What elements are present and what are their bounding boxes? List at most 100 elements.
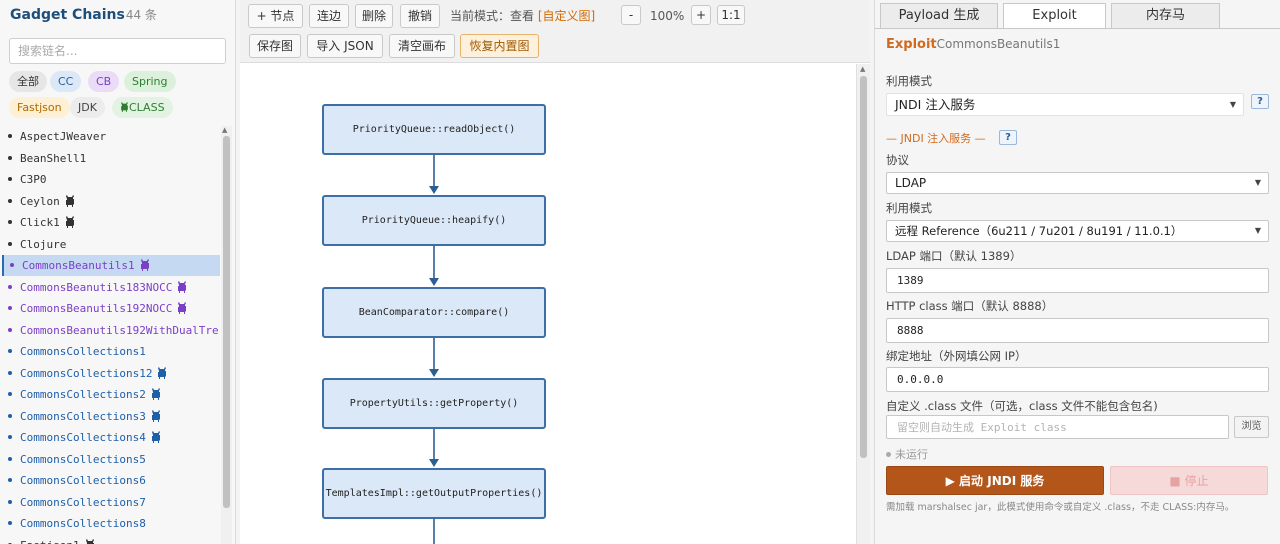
graph-node[interactable]: PriorityQueue::heapify() <box>322 195 546 246</box>
chain-item[interactable]: Click1 <box>2 212 220 233</box>
clear-canvas-button[interactable]: 清空画布 <box>389 34 455 58</box>
sidebar-scroll-thumb[interactable] <box>223 136 230 508</box>
filter-chip-spring[interactable]: Spring <box>124 71 176 92</box>
chain-name: Clojure <box>20 237 67 251</box>
bullet-icon <box>8 284 12 289</box>
filter-chip-class[interactable]: CLASS <box>112 97 173 118</box>
import-json-button[interactable]: 导入 JSON <box>307 34 383 58</box>
edge-arrowhead <box>429 369 439 377</box>
tab-memshell[interactable]: 内存马 <box>1111 3 1220 28</box>
chain-item[interactable]: CommonsCollections12 <box>2 363 220 384</box>
jndi-help-button[interactable]: ? <box>999 130 1017 145</box>
bullet-icon <box>8 349 12 353</box>
chain-item[interactable]: CommonsCollections2 <box>2 384 220 405</box>
zoom-out-button[interactable]: - <box>621 5 641 25</box>
filter-chip-cb[interactable]: CB <box>88 71 120 92</box>
filter-chip-label: JDK <box>78 101 97 114</box>
chain-item[interactable]: CommonsCollections4 <box>2 427 220 448</box>
filter-chip-全部[interactable]: 全部 <box>9 71 47 92</box>
filter-chip-cc[interactable]: CC <box>50 71 82 92</box>
filter-chip-fastjson[interactable]: Fastjson <box>9 97 70 118</box>
filter-chip-label: CC <box>58 75 74 88</box>
browse-button[interactable]: 浏览 <box>1234 416 1269 438</box>
chain-item[interactable]: CommonsCollections8 <box>2 513 220 534</box>
bullet-icon <box>8 134 12 138</box>
chain-name: CommonsCollections6 <box>20 474 146 487</box>
chain-item[interactable]: CommonsBeanutils192NOCC <box>2 298 220 319</box>
exploit-mode-select[interactable]: 远程 Reference（6u211 / 7u201 / 8u191 / 11.… <box>886 220 1269 242</box>
scroll-up-icon[interactable]: ▲ <box>860 64 865 74</box>
canvas-scroll-thumb[interactable] <box>860 76 867 458</box>
graph-canvas[interactable]: PriorityQueue::readObject()PriorityQueue… <box>240 64 856 544</box>
custom-class-field[interactable] <box>886 415 1229 439</box>
chain-name: BeanShell1 <box>20 151 87 165</box>
protocol-select[interactable]: LDAP ▼ <box>886 172 1269 194</box>
filter-chip-jdk[interactable]: JDK <box>70 97 105 118</box>
canvas-scrollbar[interactable]: ▲ <box>856 64 870 544</box>
use-mode-select[interactable]: JNDI 注入服务 ▼ <box>886 93 1244 116</box>
chevron-down-icon: ▼ <box>1254 178 1261 187</box>
zoom-in-button[interactable]: + <box>691 5 711 25</box>
chain-search-input[interactable] <box>9 38 226 64</box>
reset-zoom-button[interactable]: 1:1 <box>717 5 745 25</box>
exploit-chain-name: CommonsBeanutils1 <box>936 37 1061 51</box>
start-jndi-button[interactable]: ▶ 启动 JNDI 服务 <box>886 466 1104 495</box>
chain-name: CommonsCollections7 <box>20 495 146 509</box>
zoom-level: 100% <box>650 9 685 23</box>
chain-item[interactable]: Fastjson1 <box>2 535 220 544</box>
chain-name: AspectJWeaver <box>20 130 107 143</box>
chain-name: CommonsCollections12 <box>20 366 153 380</box>
class-loader-icon <box>60 194 75 208</box>
chain-item[interactable]: CommonsCollections1 <box>2 341 220 362</box>
chain-item[interactable]: CommonsBeanutils1 <box>2 255 220 276</box>
chain-item[interactable]: CommonsCollections7 <box>2 492 220 513</box>
chain-item[interactable]: CommonsCollections5 <box>2 449 220 470</box>
bullet-icon <box>8 370 12 375</box>
chain-item[interactable]: Clojure <box>2 234 220 255</box>
undo-button[interactable]: 撤销 <box>400 4 440 28</box>
chain-name: CommonsCollections2 <box>20 388 146 401</box>
bullet-icon <box>8 478 12 482</box>
scroll-up-icon[interactable]: ▲ <box>222 126 227 135</box>
graph-node[interactable]: PriorityQueue::readObject() <box>322 104 546 155</box>
restore-builtin-graph-button[interactable]: 恢复内置图 <box>460 34 539 58</box>
chain-name: CommonsBeanutils192NOCC <box>20 302 173 315</box>
graph-node[interactable]: PropertyUtils::getProperty() <box>322 378 546 429</box>
graph-node[interactable]: TemplatesImpl::getOutputProperties() <box>322 468 546 519</box>
save-graph-button[interactable]: 保存图 <box>249 34 301 58</box>
gadget-chain-sidebar: Gadget Chains44 条 全部 CC CB Spring Fastjson JD… <box>0 0 236 544</box>
tab-exploit[interactable]: Exploit <box>1003 3 1106 29</box>
chain-item[interactable]: CommonsBeanutils183NOCC <box>2 277 220 298</box>
chain-list: AspectJWeaver BeanShell1 C3P0 Ceylon Click1 C… <box>2 126 220 544</box>
http-port-field[interactable] <box>886 318 1269 343</box>
sidebar-scrollbar[interactable]: ▲ <box>221 126 232 544</box>
class-loader-icon <box>172 302 187 315</box>
ldap-port-field[interactable] <box>886 268 1269 293</box>
chain-item[interactable]: CommonsCollections6 <box>2 470 220 491</box>
connect-button[interactable]: 连边 <box>309 4 349 28</box>
chain-item[interactable]: Ceylon <box>2 191 220 212</box>
edge-arrowhead <box>429 186 439 194</box>
chain-item[interactable]: CommonsCollections3 <box>2 406 220 427</box>
chain-item[interactable]: AspectJWeaver <box>2 126 220 147</box>
bullet-icon <box>8 392 12 396</box>
filter-chip-label: Fastjson <box>17 101 62 114</box>
jndi-section-title: — JNDI 注入服务 — <box>886 132 986 145</box>
chain-item[interactable]: CommonsBeanutils192WithDualTre <box>2 320 220 341</box>
tab-payload[interactable]: Payload 生成 <box>880 3 998 28</box>
chain-item[interactable]: C3P0 <box>2 169 220 190</box>
graph-node[interactable]: BeanComparator::compare() <box>322 287 546 338</box>
bind-address-field[interactable] <box>886 367 1269 392</box>
bullet-icon <box>8 177 12 181</box>
chain-item[interactable]: BeanShell1 <box>2 148 220 169</box>
stop-button[interactable]: ■ 停止 <box>1110 466 1268 495</box>
protocol-label: 协议 <box>886 153 909 167</box>
chevron-down-icon: ▼ <box>1229 100 1236 109</box>
add-node-button[interactable]: + 节点 <box>248 4 303 28</box>
delete-button[interactable]: 删除 <box>355 4 393 28</box>
use-mode-help-button[interactable]: ? <box>1251 94 1269 109</box>
marshalsec-hint: 需加载 marshalsec jar，此模式使用命令或自定义 .class，不走… <box>886 502 1235 513</box>
bullet-icon <box>8 327 12 332</box>
ldap-port-label: LDAP 端口（默认 1389） <box>886 249 1022 263</box>
service-status: 未运行 <box>886 446 928 462</box>
